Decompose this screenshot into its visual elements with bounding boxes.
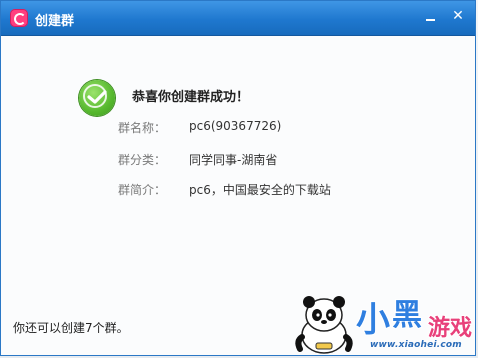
group-name-label: 群名称：	[118, 121, 167, 135]
svg-text:黑: 黑	[392, 298, 422, 333]
panda-mascot-icon	[295, 296, 353, 354]
remaining-groups-note: 你还可以创建7个群。	[13, 321, 129, 335]
close-icon[interactable]: ✕	[447, 7, 469, 25]
success-message: 恭喜你创建群成功！	[132, 90, 250, 105]
title-bar[interactable]: 创建群 ✕	[1, 1, 475, 36]
group-category-label: 群分类：	[118, 153, 167, 167]
group-intro-value: pc6，中国最安全的下载站	[189, 183, 331, 197]
svg-text:小: 小	[356, 300, 390, 340]
group-category-value: 同学同事-湖南省	[189, 153, 278, 167]
group-name-value: pc6(90367726)	[189, 119, 282, 133]
watermark-logo: 小 黑 游戏 www.xiaohei.com	[292, 289, 476, 356]
svg-text:游戏: 游戏	[428, 315, 472, 341]
watermark-url: www.xiaohei.com	[370, 340, 462, 350]
group-intro-label: 群简介：	[118, 183, 167, 197]
success-check-icon	[79, 80, 115, 116]
window-title: 创建群	[35, 14, 75, 29]
qq-app-icon	[10, 9, 28, 27]
minimize-icon[interactable]	[419, 7, 441, 25]
